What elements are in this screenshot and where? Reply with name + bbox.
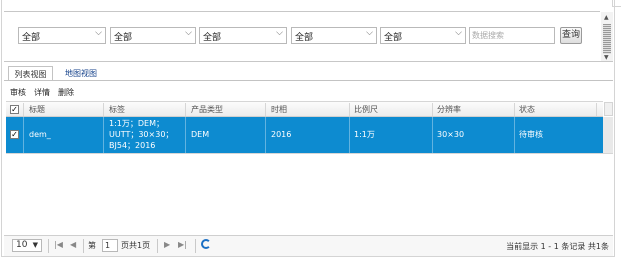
first-page-icon[interactable]: |◀ (54, 240, 63, 249)
window-corner (612, 0, 621, 7)
chevron-down-icon: ⌵ (185, 28, 192, 38)
tab-map-view[interactable]: 地图视图 (60, 66, 102, 81)
col-header-phase[interactable]: 时相 (271, 104, 287, 115)
row-checkbox[interactable]: ✓ (10, 130, 19, 139)
keyword-field[interactable] (469, 27, 555, 44)
filter-select-2-value: 全部 (114, 33, 133, 43)
grid-body-line (6, 153, 613, 154)
pagination-bar: 10 ▼ |◀ ◀ 第 1 页共1页 ▶ ▶| 当前显示 1 - 1 条记录 共… (4, 235, 613, 256)
filter-select-4-value: 全部 (295, 33, 314, 43)
filter-select-4[interactable]: 全部 ⌵ (291, 27, 377, 44)
scroll-thumb[interactable] (603, 24, 611, 54)
next-page-icon[interactable]: ▶ (164, 240, 170, 249)
col-header-scale[interactable]: 比例尺 (354, 104, 378, 115)
tab-list-view[interactable]: 列表视图 (8, 66, 53, 81)
filter-select-5-value: 全部 (384, 33, 403, 43)
filter-select-3-value: 全部 (203, 33, 222, 43)
cell-scale: 1:1万 (354, 130, 375, 139)
chevron-down-icon: ⌵ (276, 28, 283, 38)
filter-select-2[interactable]: 全部 ⌵ (110, 27, 196, 44)
scroll-down-icon[interactable]: ▼ (604, 54, 609, 61)
cell-phase: 2016 (271, 130, 292, 139)
row-end-filler (603, 117, 613, 153)
page-info: 当前显示 1 - 1 条记录 共1条 (506, 242, 609, 251)
page-number-input[interactable]: 1 (102, 239, 118, 252)
scroll-up-icon[interactable]: ▲ (604, 14, 609, 21)
table-row[interactable]: ✓ dem_ 1:1万；DEM； UUTT；30×30； BJ54；2016 D… (6, 117, 603, 153)
chevron-down-icon: ⌵ (95, 28, 102, 38)
page-suffix: 页共1页 (121, 241, 151, 250)
prev-page-icon[interactable]: ◀ (70, 240, 76, 249)
caret-down-icon: ▼ (32, 241, 38, 249)
cell-resolution: 30×30 (437, 130, 465, 139)
page-prefix: 第 (88, 241, 96, 250)
page-size-select[interactable]: 10 ▼ (12, 239, 42, 252)
grid-header: ✓ 标题 标签 产品类型 时相 比例尺 分辨率 状态 (6, 101, 603, 117)
filter-select-5[interactable]: 全部 ⌵ (380, 27, 466, 44)
filter-select-3[interactable]: 全部 ⌵ (199, 27, 287, 44)
col-header-title[interactable]: 标题 (29, 104, 45, 115)
col-header-status[interactable]: 状态 (519, 104, 535, 115)
col-header-resolution[interactable]: 分辨率 (437, 104, 461, 115)
filter-select-1-value: 全部 (22, 33, 41, 43)
last-page-icon[interactable]: ▶| (178, 240, 187, 249)
review-button[interactable]: 审核 (10, 87, 26, 98)
page-size-value: 10 (16, 240, 28, 250)
cell-status: 待审核 (519, 130, 543, 139)
cell-tags-line: 1:1万；DEM； (109, 119, 164, 128)
column-menu-button[interactable] (604, 102, 613, 116)
cell-tags-line: UUTT；30×30； (109, 130, 174, 139)
cell-tags: 1:1万；DEM； UUTT；30×30； BJ54；2016 (109, 118, 173, 151)
query-button[interactable]: 查询 (560, 27, 582, 44)
filter-select-1[interactable]: 全部 ⌵ (18, 27, 106, 44)
tab-strip-line (4, 80, 613, 81)
delete-button[interactable]: 删除 (58, 87, 74, 98)
divider (4, 61, 613, 62)
col-header-product-type[interactable]: 产品类型 (191, 104, 223, 115)
cell-product-type: DEM (191, 130, 210, 139)
select-all-checkbox[interactable]: ✓ (10, 105, 19, 114)
col-header-tags[interactable]: 标签 (109, 104, 125, 115)
cell-title: dem_ (29, 130, 51, 139)
filter-scrollbar[interactable]: ▲ ▼ (601, 12, 613, 62)
chevron-down-icon: ⌵ (455, 28, 462, 38)
cell-tags-line: BJ54；2016 (109, 141, 156, 150)
chevron-down-icon: ⌵ (366, 28, 373, 38)
refresh-icon[interactable] (201, 239, 211, 249)
keyword-input[interactable] (472, 29, 552, 42)
detail-button[interactable]: 详情 (34, 87, 50, 98)
